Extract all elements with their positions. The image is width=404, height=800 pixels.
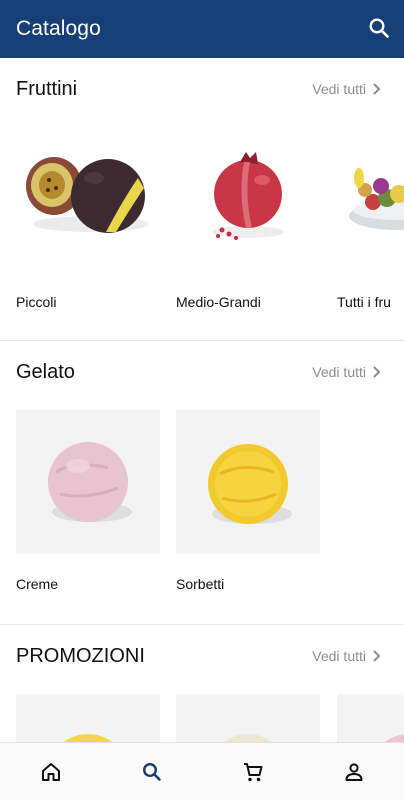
section-title: Fruttini (16, 77, 78, 100)
see-all-label: Vedi tutti (312, 648, 366, 664)
catalog-content[interactable]: Fruttini Vedi tutti Piccoli Medio-Grandi… (0, 58, 404, 742)
passion-fruit-sorbet-photo (16, 128, 160, 272)
page-title: Catalogo (16, 17, 101, 40)
yellow-sorbet-scoop-photo (176, 410, 320, 554)
search-icon[interactable] (367, 16, 391, 40)
section-divider (0, 624, 404, 625)
chevron-right-icon (373, 650, 381, 662)
nav-account[interactable] (324, 750, 384, 794)
see-all-link[interactable]: Vedi tutti (312, 364, 382, 380)
promo-card[interactable] (16, 694, 160, 742)
section-title: PROMOZIONI (16, 644, 145, 667)
section-divider (0, 340, 404, 341)
bottom-navigation (0, 742, 404, 800)
see-all-label: Vedi tutti (312, 81, 366, 97)
category-label: Piccoli (16, 294, 57, 310)
category-card[interactable]: Creme (16, 410, 160, 592)
see-all-link[interactable]: Vedi tutti (312, 81, 382, 97)
nav-home[interactable] (21, 750, 81, 794)
cart-icon (243, 762, 262, 781)
product-carousel[interactable]: Creme Sorbetti (0, 410, 404, 610)
home-icon (41, 762, 60, 781)
product-carousel[interactable] (0, 694, 404, 742)
chevron-right-icon (373, 83, 381, 95)
category-card[interactable]: Medio-Grandi (176, 128, 320, 310)
nav-cart[interactable] (223, 750, 283, 794)
section-header: Fruttini Vedi tutti (16, 74, 382, 104)
pink-scoop-photo (337, 694, 404, 742)
pomegranate-sorbet-photo (176, 128, 320, 272)
pink-gelato-scoop-photo (16, 410, 160, 554)
category-label: Sorbetti (176, 576, 225, 592)
see-all-label: Vedi tutti (312, 364, 366, 380)
category-label: Medio-Grandi (176, 294, 261, 310)
section-title: Gelato (16, 360, 75, 383)
search-icon (142, 762, 161, 781)
see-all-link[interactable]: Vedi tutti (312, 648, 382, 664)
nav-search[interactable] (122, 750, 182, 794)
cream-scoop-photo (176, 694, 320, 742)
category-card[interactable]: Tutti i fru (337, 128, 404, 310)
category-label: Tutti i fru (337, 294, 391, 310)
category-card[interactable]: Sorbetti (176, 410, 320, 592)
app-bar: Catalogo (0, 0, 404, 58)
product-carousel[interactable]: Piccoli Medio-Grandi Tutti i fru (0, 128, 404, 328)
yellow-scoop-photo (16, 694, 160, 742)
section-header: PROMOZIONI Vedi tutti (16, 641, 382, 671)
chevron-right-icon (373, 366, 381, 378)
section-header: Gelato Vedi tutti (16, 357, 382, 387)
promo-card[interactable] (337, 694, 404, 742)
fruit-bowl-photo (337, 128, 404, 272)
category-label: Creme (16, 576, 59, 592)
promo-card[interactable] (176, 694, 320, 742)
account-icon (345, 762, 362, 781)
category-card[interactable]: Piccoli (16, 128, 160, 310)
